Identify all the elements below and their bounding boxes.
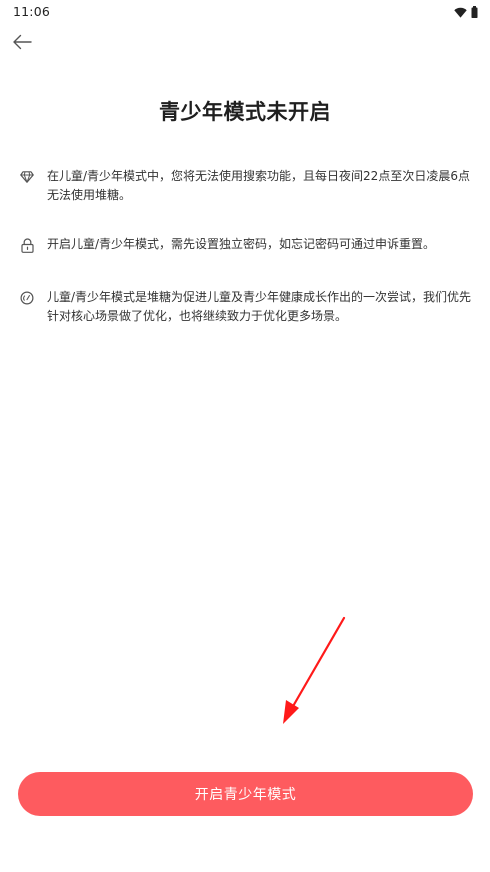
battery-icon: [471, 6, 478, 18]
status-icons: [454, 5, 478, 19]
teen-mode-page: 11:06 青少年模式未开启 在儿童/青少年模式中，您将无法使用搜索功能，且每日…: [0, 0, 490, 872]
gauge-icon: [17, 288, 37, 308]
info-text: 开启儿童/青少年模式，需先设置独立密码，如忘记密码可通过申诉重置。: [47, 237, 436, 251]
back-button[interactable]: [6, 30, 38, 58]
annotation-arrow: [283, 616, 346, 724]
status-bar: 11:06: [0, 0, 490, 24]
info-item-password: 开启儿童/青少年模式，需先设置独立密码，如忘记密码可通过申诉重置。: [17, 235, 477, 255]
info-item-optimization: 儿童/青少年模式是堆糖为促进儿童及青少年健康成长作出的一次尝试，我们优先针对核心…: [17, 288, 477, 326]
wifi-icon: [454, 7, 467, 18]
page-title: 青少年模式未开启: [159, 100, 331, 124]
lock-icon: [17, 235, 37, 255]
arrow-left-icon: [12, 34, 32, 54]
status-time: 11:06: [13, 4, 51, 19]
diamond-icon: [17, 167, 37, 187]
info-text: 在儿童/青少年模式中，您将无法使用搜索功能，且每日夜间22点至次日凌晨6点无法使…: [47, 169, 470, 202]
enable-teen-mode-button[interactable]: 开启青少年模式: [18, 772, 473, 816]
info-item-search-restriction: 在儿童/青少年模式中，您将无法使用搜索功能，且每日夜间22点至次日凌晨6点无法使…: [17, 167, 477, 205]
info-text: 儿童/青少年模式是堆糖为促进儿童及青少年健康成长作出的一次尝试，我们优先针对核心…: [47, 290, 472, 323]
